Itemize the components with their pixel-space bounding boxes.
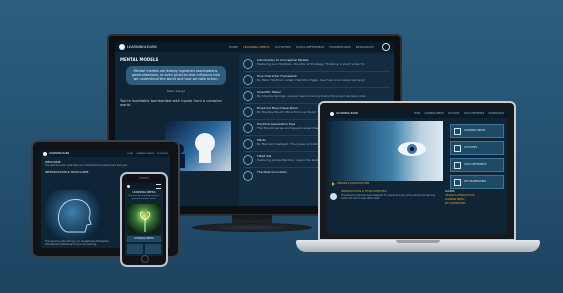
reference-icon: [454, 161, 461, 169]
laptop: LEARNINGLEARN HOME LEARNING NEEDS ACTIVI…: [318, 101, 516, 241]
drop-icon: [330, 193, 337, 200]
phone-header: LEARNING NEEDS Discover the learning nee…: [125, 189, 163, 202]
menu-label: ACTIVITIES: [464, 146, 477, 149]
phone-text: Discover the learning needs of yourself …: [128, 195, 160, 200]
card-label: LEARNING NEEDS: [134, 237, 154, 241]
activity-icon: [454, 144, 461, 152]
menu-label: KEY FRAMEWORKS: [464, 180, 487, 183]
phone-tiles: [127, 244, 161, 255]
book-icon: [243, 155, 253, 165]
user-icon[interactable]: [382, 43, 390, 51]
item-desc: Featuring Lori Hartman, Director of Stra…: [257, 62, 365, 66]
brand-logo-icon: [43, 151, 47, 156]
brand-name[interactable]: LEARNINGLEARN: [127, 45, 157, 49]
nav-link-resources[interactable]: RESOURCES: [356, 45, 374, 49]
video-label: ORIGINS & INTRODUCTION: [337, 182, 370, 185]
head-profile-icon: [58, 199, 92, 233]
target-icon: [454, 127, 461, 135]
video-icon: [243, 107, 253, 117]
brand-name[interactable]: LEARNINGLEARN: [336, 112, 358, 116]
nav-link-activities[interactable]: ACTIVITIES: [448, 112, 460, 116]
brain-icon: [243, 139, 253, 149]
book-icon: [243, 75, 253, 85]
nav-link-activities[interactable]: ACTIVITIES: [157, 152, 168, 156]
tile[interactable]: [145, 244, 161, 255]
quote-author: Peter Senge: [166, 88, 186, 93]
quote-text: Mental models are deeply ingrained assum…: [131, 69, 221, 82]
welcome-text: The Learning Learn suite helps you under…: [45, 164, 128, 167]
laptop-screen: LEARNINGLEARN HOME LEARNING NEEDS ACTIVI…: [327, 110, 507, 234]
learning-needs-card[interactable]: LEARNING NEEDS: [127, 236, 161, 243]
nav-link-quick-reference[interactable]: QUICK REFERENCE: [464, 112, 485, 116]
framework-icon: [454, 178, 461, 186]
sprout-icon: [139, 211, 151, 233]
item-desc: By Charles Springs: a great read coverin…: [257, 94, 365, 98]
brand-logo-icon: [119, 44, 125, 50]
intro-text: This resource suite will help you naviga…: [45, 240, 110, 246]
brand-logo-icon: [127, 184, 130, 188]
nav-link-learning-needs[interactable]: LEARNING NEEDS: [136, 152, 154, 156]
overview-text: This resource suite has been designed fo…: [341, 194, 435, 200]
item-title: The Next Innovation: [257, 170, 288, 174]
resource-link[interactable]: KEY FRAMEWORKS: [445, 202, 504, 206]
play-icon: [243, 59, 253, 69]
menu-activities[interactable]: ACTIVITIES: [450, 141, 504, 155]
brand-name[interactable]: LEARNINGLEARN: [49, 152, 69, 156]
menu-label: QUICK REFERENCE: [464, 163, 487, 166]
tile[interactable]: [127, 244, 143, 255]
home-button[interactable]: [141, 255, 149, 263]
laptop-lower-section: INTRODUCTION & TEAM OVERVIEW This resour…: [330, 190, 504, 232]
monitor-stand: [192, 215, 312, 232]
menu-quick-reference[interactable]: QUICK REFERENCE: [450, 158, 504, 172]
list-item[interactable]: How Character Framework By Peter Hartman…: [243, 72, 390, 88]
section-title: MENTAL MODELS: [120, 57, 159, 62]
menu-label: LEARNING NEEDS: [464, 129, 486, 132]
nav-link-home[interactable]: HOME: [229, 45, 238, 49]
nav-link-frameworks[interactable]: FRAMEWORKS: [488, 112, 504, 116]
item-desc: By Peter Hartman: Adam Hamilton Eggle. S…: [257, 78, 365, 82]
nav-link-learning-needs[interactable]: LEARNING NEEDS: [424, 112, 443, 116]
play-icon[interactable]: [332, 182, 335, 186]
nav-link-home[interactable]: HOME: [127, 152, 133, 156]
laptop-nav-bar: LEARNINGLEARN HOME LEARNING NEEDS ACTIVI…: [327, 110, 507, 118]
phone: LEARNING NEEDS Discover the learning nee…: [120, 172, 168, 267]
list-item[interactable]: Introduction to Conceptual Models Featur…: [243, 56, 390, 72]
nav-link-activities[interactable]: ACTIVITIES: [275, 45, 291, 49]
nav-link-learning-needs[interactable]: LEARNING NEEDS: [243, 45, 270, 49]
plant-image: [127, 204, 161, 235]
video-controls: ORIGINS & INTRODUCTION: [330, 181, 443, 187]
menu-icon[interactable]: [156, 183, 161, 189]
eye-icon: [398, 142, 426, 156]
tree-icon: [243, 123, 253, 133]
document-icon: [243, 91, 253, 101]
laptop-base: [296, 240, 540, 252]
lightbulb-icon: [243, 171, 253, 181]
menu-key-frameworks[interactable]: KEY FRAMEWORKS: [450, 175, 504, 189]
nav-link-home[interactable]: HOME: [414, 112, 421, 116]
desktop-nav-bar: LEARNINGLEARN HOME LEARNING NEEDS ACTIVI…: [115, 42, 394, 52]
quote-bubble: Mental models are deeply ingrained assum…: [126, 66, 226, 85]
nav-link-frameworks[interactable]: FRAMEWORKS: [329, 45, 351, 49]
hero-video[interactable]: ORIGINS & INTRODUCTION: [330, 121, 443, 187]
head-graphic: [45, 190, 105, 240]
tablet-nav-bar: LEARNINGLEARN HOME LEARNING NEEDS ACTIVI…: [41, 150, 170, 157]
section-caption: You're inevitably bombarded with inputs …: [120, 98, 222, 108]
laptop-side-menu: LEARNING NEEDS ACTIVITIES QUICK REFERENC…: [450, 121, 504, 192]
phone-screen: LEARNING NEEDS Discover the learning nee…: [125, 183, 163, 256]
menu-learning-needs[interactable]: LEARNING NEEDS: [450, 124, 504, 138]
brand-logo-icon: [330, 112, 334, 116]
nav-link-quick-reference[interactable]: QUICK REFERENCE: [296, 45, 324, 49]
